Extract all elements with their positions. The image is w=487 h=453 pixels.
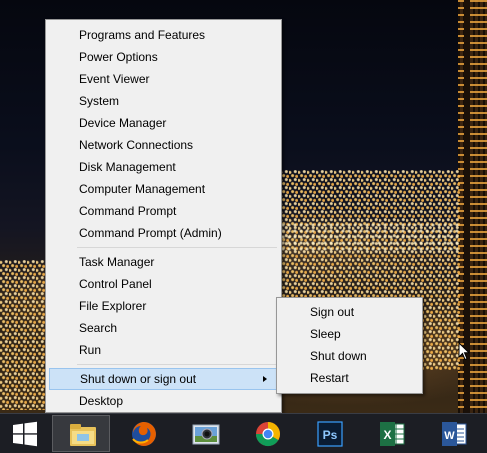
- submenu-item-restart[interactable]: Restart: [280, 367, 419, 389]
- menu-item-command-prompt-admin[interactable]: Command Prompt (Admin): [49, 222, 278, 244]
- menu-item-power-options[interactable]: Power Options: [49, 46, 278, 68]
- shutdown-submenu: Sign out Sleep Shut down Restart: [276, 297, 423, 394]
- photoshop-icon: Ps: [317, 421, 343, 447]
- menu-item-disk-management[interactable]: Disk Management: [49, 156, 278, 178]
- taskbar-chrome[interactable]: [238, 415, 296, 452]
- menu-item-device-manager[interactable]: Device Manager: [49, 112, 278, 134]
- menu-item-task-manager[interactable]: Task Manager: [49, 251, 278, 273]
- word-label: W: [444, 430, 455, 442]
- menu-item-event-viewer[interactable]: Event Viewer: [49, 68, 278, 90]
- folder-icon: [70, 424, 96, 446]
- menu-item-search[interactable]: Search: [49, 317, 278, 339]
- word-icon: W: [442, 422, 467, 446]
- taskbar-photoshop[interactable]: Ps: [300, 415, 358, 452]
- taskbar-photo-viewer[interactable]: [176, 415, 234, 452]
- photo-camera-icon: [192, 424, 220, 445]
- excel-icon: X: [380, 422, 405, 446]
- taskbar-excel[interactable]: X: [362, 415, 420, 452]
- menu-item-system[interactable]: System: [49, 90, 278, 112]
- mouse-cursor-icon: [458, 342, 470, 361]
- menu-item-command-prompt[interactable]: Command Prompt: [49, 200, 278, 222]
- firefox-icon: [132, 422, 156, 446]
- winx-context-menu: Programs and Features Power Options Even…: [45, 19, 282, 413]
- taskbar-firefox[interactable]: [114, 415, 172, 452]
- taskbar-file-explorer[interactable]: [52, 415, 110, 452]
- menu-item-control-panel[interactable]: Control Panel: [49, 273, 278, 295]
- menu-item-run[interactable]: Run: [49, 339, 278, 361]
- submenu-item-sleep[interactable]: Sleep: [280, 323, 419, 345]
- photoshop-label: Ps: [323, 428, 338, 442]
- menu-item-file-explorer[interactable]: File Explorer: [49, 295, 278, 317]
- menu-item-desktop[interactable]: Desktop: [49, 390, 278, 412]
- start-button[interactable]: [0, 415, 50, 452]
- submenu-arrow-icon: [263, 376, 267, 382]
- menu-item-programs-and-features[interactable]: Programs and Features: [49, 24, 278, 46]
- taskbar: Ps X W: [0, 413, 487, 453]
- bridge-lights: [280, 222, 460, 252]
- menu-item-network-connections[interactable]: Network Connections: [49, 134, 278, 156]
- submenu-item-sign-out[interactable]: Sign out: [280, 301, 419, 323]
- excel-label: X: [383, 428, 391, 442]
- taskbar-word[interactable]: W: [424, 415, 482, 452]
- windows-logo-icon: [13, 421, 37, 447]
- menu-item-shut-down-or-sign-out[interactable]: Shut down or sign out: [49, 368, 278, 390]
- menu-item-label: Shut down or sign out: [80, 372, 197, 386]
- submenu-item-shut-down[interactable]: Shut down: [280, 345, 419, 367]
- menu-item-computer-management[interactable]: Computer Management: [49, 178, 278, 200]
- menu-separator: [77, 247, 277, 248]
- menu-separator: [77, 364, 277, 365]
- chrome-icon: [255, 422, 280, 447]
